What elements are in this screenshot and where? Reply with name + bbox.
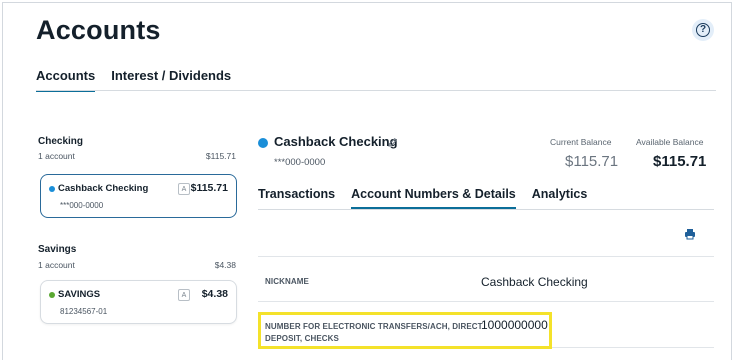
pencil-icon[interactable]: [387, 137, 398, 148]
detail-tabs: Transactions Account Numbers & Details A…: [258, 187, 603, 209]
detail-account-name: Cashback Checking: [274, 134, 398, 149]
tab-analytics[interactable]: Analytics: [532, 187, 588, 209]
account-type-badge: A: [178, 289, 190, 301]
help-button[interactable]: ?: [692, 19, 714, 41]
account-card-savings[interactable]: SAVINGS 81234567-01 A $4.38: [40, 280, 237, 324]
checking-section-label: Checking: [38, 136, 84, 147]
help-icon: ?: [696, 23, 710, 37]
account-card-name: SAVINGS: [58, 289, 101, 300]
tab-transactions[interactable]: Transactions: [258, 187, 335, 209]
savings-account-count: 1 account: [38, 260, 75, 270]
nickname-label: NICKNAME: [265, 277, 309, 286]
row-divider: [258, 301, 714, 302]
tab-account-numbers-details[interactable]: Account Numbers & Details: [351, 187, 516, 209]
account-type-badge: A: [178, 183, 190, 195]
tab-interest-dividends[interactable]: Interest / Dividends: [111, 68, 231, 92]
available-balance-value: $115.71: [653, 153, 707, 170]
tabs-divider: [36, 90, 716, 91]
detail-tabs-divider: [258, 209, 714, 210]
account-card-number: ***000-0000: [60, 201, 104, 210]
detail-color-dot: [258, 138, 268, 148]
current-balance-value: $115.71: [565, 153, 619, 170]
savings-section-label: Savings: [38, 244, 77, 255]
account-card-number: 81234567-01: [60, 307, 108, 316]
available-balance-label: Available Balance: [636, 137, 704, 147]
account-color-dot: [49, 292, 55, 298]
account-card-balance: $115.71: [190, 182, 228, 194]
page-title: Accounts: [36, 15, 161, 45]
row-divider: [258, 256, 714, 257]
checking-total: $115.71: [205, 151, 236, 161]
current-balance-label: Current Balance: [550, 137, 612, 147]
account-card-cashback-checking[interactable]: Cashback Checking ***000-0000 A $115.71: [40, 174, 237, 218]
tab-accounts[interactable]: Accounts: [36, 68, 96, 92]
top-tabs: Accounts Interest / Dividends: [36, 68, 231, 92]
account-color-dot: [49, 186, 55, 192]
checking-account-count: 1 account: [38, 151, 75, 161]
savings-total: $4.38: [214, 260, 236, 270]
account-card-name: Cashback Checking: [58, 183, 149, 194]
detail-account-number: ***000-0000: [274, 157, 326, 168]
highlight-box: [258, 312, 552, 349]
nickname-value: Cashback Checking: [481, 275, 588, 289]
printer-icon[interactable]: [684, 228, 696, 240]
account-card-balance: $4.38: [201, 288, 228, 300]
